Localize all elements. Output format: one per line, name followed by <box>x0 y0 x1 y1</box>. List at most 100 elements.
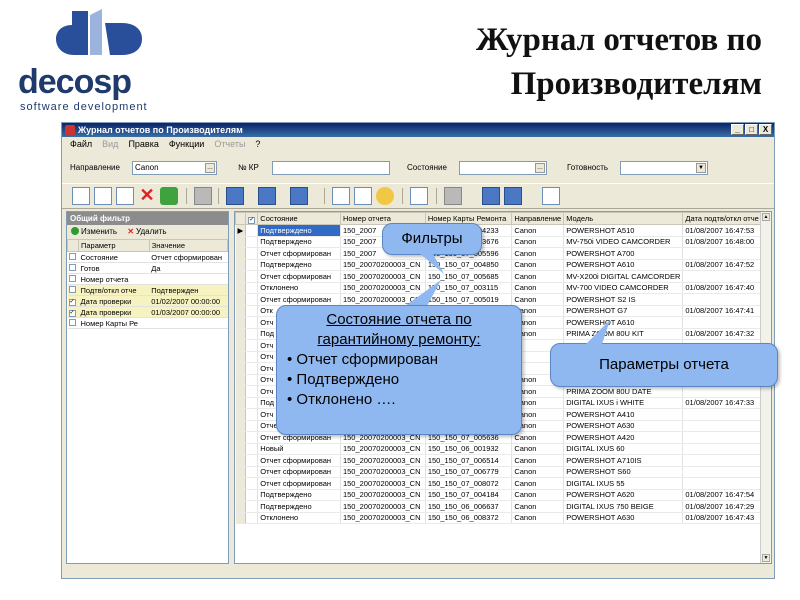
reject-report-icon[interactable] <box>354 187 372 205</box>
filter-checkbox[interactable]: ✓ <box>67 295 79 307</box>
row-checkbox[interactable] <box>245 374 259 386</box>
col-model-header[interactable]: Модель <box>563 212 684 225</box>
table-row[interactable]: Отчет сформирован150_2007150_150_07_0055… <box>235 247 771 260</box>
edit-filter-button[interactable]: Изменить <box>71 227 117 236</box>
row-checkbox[interactable] <box>245 477 259 490</box>
row-checkbox[interactable] <box>245 431 259 444</box>
column-settings-icon[interactable] <box>504 187 522 205</box>
row-checkbox[interactable] <box>245 293 259 306</box>
delete-filter-button[interactable]: ✕ Удалить <box>119 227 166 236</box>
table-row[interactable]: Отчет сформирован150_20070200003_CN150_1… <box>235 466 771 478</box>
filter-row[interactable]: Подтв/откл отче Подтвержден <box>67 284 228 296</box>
row-checkbox[interactable] <box>245 420 259 432</box>
filter-param-header[interactable]: Параметр <box>78 239 150 252</box>
filter-checkbox[interactable] <box>67 317 79 329</box>
state-picker-button[interactable]: … <box>535 163 545 173</box>
maximize-button[interactable]: □ <box>745 124 758 135</box>
row-checkbox[interactable] <box>245 362 259 375</box>
row-checkbox[interactable] <box>245 397 259 409</box>
chevron-down-icon[interactable]: ▼ <box>696 163 706 173</box>
smiley-icon[interactable] <box>376 187 394 205</box>
row-checkbox[interactable] <box>245 328 259 340</box>
print-icon[interactable] <box>194 187 212 205</box>
table-row[interactable]: Новый 150_20070200003_CN 150_150_06_001932… <box>235 443 771 455</box>
row-checkbox[interactable] <box>245 247 259 260</box>
minimize-button[interactable]: _ <box>731 124 744 135</box>
checkbox-column-header[interactable]: ✓ <box>245 212 259 225</box>
row-checkbox[interactable] <box>245 224 259 237</box>
refresh-icon[interactable] <box>160 187 178 205</box>
calculator-icon[interactable] <box>444 187 462 205</box>
filter-row[interactable]: ✓ Дата проверки 01/03/2007 00:00:00 <box>67 306 228 318</box>
accept-report-icon[interactable] <box>332 187 350 205</box>
row-checkbox[interactable] <box>245 259 259 271</box>
direction-picker-button[interactable]: … <box>205 163 215 173</box>
ready-select[interactable]: ▼ <box>620 161 708 175</box>
row-checkbox[interactable] <box>245 351 259 363</box>
table-row[interactable]: Отклонено 150_20070200003_CN 150_150_07_00… <box>235 282 771 294</box>
edit-document-icon[interactable] <box>94 187 112 205</box>
scroll-up-icon[interactable]: ▲ <box>762 213 770 221</box>
row-checkbox[interactable] <box>245 316 259 329</box>
properties-icon[interactable] <box>542 187 560 205</box>
table-row[interactable]: Отчет сформирован150_20070200003_CN150_1… <box>235 270 771 283</box>
filter-row[interactable]: Состояние Отчет сформирован <box>67 251 228 263</box>
table-row[interactable]: Отчет сформирован150_20070200003_CN150_1… <box>235 454 771 467</box>
window-titlebar[interactable]: Журнал отчетов по Производителям _ □ X <box>62 123 774 137</box>
row-checkbox[interactable] <box>245 443 259 455</box>
new-document-icon[interactable] <box>72 187 90 205</box>
export-icon[interactable] <box>226 187 244 205</box>
filter-checkbox[interactable]: ✓ <box>67 306 79 318</box>
row-checkbox[interactable] <box>245 236 259 248</box>
menu-view[interactable]: Вид <box>102 137 118 151</box>
menu-file[interactable]: Файл <box>70 137 92 151</box>
table-row[interactable]: ▶Подтверждено150_2007150_150_07_004233Ca… <box>235 224 771 237</box>
row-checkbox[interactable] <box>245 489 259 501</box>
close-button[interactable]: X <box>759 124 772 135</box>
row-checkbox[interactable] <box>245 454 259 467</box>
table-row[interactable]: Подтверждено 150_20070200003_CN 150_150_07… <box>235 259 771 271</box>
filter-checkbox[interactable] <box>67 284 79 296</box>
transfer-icon[interactable] <box>290 187 308 205</box>
report-icon[interactable] <box>410 187 428 205</box>
delete-icon[interactable]: ✕ <box>138 186 156 205</box>
vertical-scrollbar[interactable]: ▲ ▼ <box>760 212 771 563</box>
state-field[interactable]: … <box>459 161 547 175</box>
filter-row[interactable]: Номер отчета <box>67 273 228 285</box>
table-row[interactable]: Подтверждено 150_20070200003_CN 150_150_07… <box>235 489 771 501</box>
filter-checkbox[interactable] <box>67 273 79 285</box>
table-row[interactable]: Подтверждено150_2007150_150_07_003676Can… <box>235 236 771 248</box>
filter-row[interactable]: ✓ Дата проверки 01/02/2007 00:00:00 <box>67 295 228 307</box>
row-checkbox[interactable] <box>245 385 259 398</box>
table-row[interactable]: Подтверждено 150_20070200003_CN 150_150_06… <box>235 500 771 513</box>
grid-settings-icon[interactable] <box>482 187 500 205</box>
row-checkbox[interactable] <box>245 500 259 513</box>
filter-row[interactable]: Готов Да <box>67 262 228 274</box>
row-checkbox[interactable] <box>245 282 259 294</box>
col-date-header[interactable]: Дата подтв/откл отче <box>682 212 771 225</box>
menu-functions[interactable]: Функции <box>169 137 204 151</box>
table-row[interactable]: Отчет сформирован150_20070200003_CN150_1… <box>235 293 771 306</box>
row-checkbox[interactable] <box>245 305 259 317</box>
col-status-header[interactable]: Состояние <box>257 212 341 225</box>
import-icon[interactable] <box>258 187 276 205</box>
row-checkbox[interactable] <box>245 512 259 524</box>
table-row[interactable]: Отклонено 150_20070200003_CN 150_150_06_00… <box>235 512 771 524</box>
table-row[interactable]: Отчет сформирован150_20070200003_CN150_1… <box>235 477 771 490</box>
scroll-down-icon[interactable]: ▼ <box>762 554 770 562</box>
direction-field[interactable]: Canon … <box>132 161 217 175</box>
menu-reports[interactable]: Отчеты <box>214 137 245 151</box>
menu-edit[interactable]: Правка <box>128 137 158 151</box>
filter-row[interactable]: Номер Карты Ре <box>67 317 228 329</box>
copy-document-icon[interactable] <box>116 187 134 205</box>
row-checkbox[interactable] <box>245 408 259 421</box>
row-checkbox[interactable] <box>245 339 259 352</box>
row-checkbox[interactable] <box>245 270 259 283</box>
filter-value-header[interactable]: Значение <box>148 239 229 252</box>
kr-field[interactable] <box>272 161 390 175</box>
filter-checkbox[interactable] <box>67 262 79 274</box>
filter-checkbox[interactable] <box>67 251 79 263</box>
col-direction-header[interactable]: Направление <box>511 212 565 225</box>
menu-help[interactable]: ? <box>255 137 260 151</box>
row-checkbox[interactable] <box>245 466 259 478</box>
